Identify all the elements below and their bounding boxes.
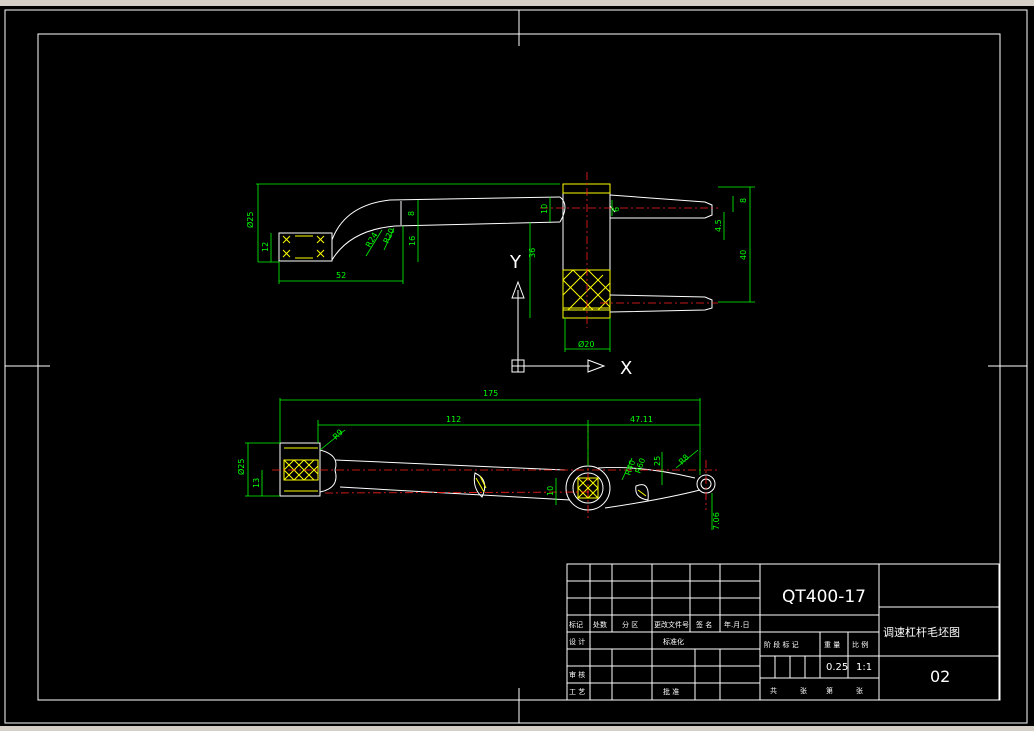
- svg-text:审 核: 审 核: [569, 670, 585, 679]
- svg-text:工 艺: 工 艺: [569, 688, 585, 696]
- svg-text:52: 52: [336, 271, 346, 280]
- svg-text:共: 共: [770, 686, 777, 695]
- svg-text:Y: Y: [509, 252, 522, 273]
- svg-text:R8: R8: [677, 453, 691, 467]
- svg-text:标准化: 标准化: [663, 637, 684, 646]
- svg-text:分 区: 分 区: [622, 620, 638, 629]
- svg-text:8: 8: [407, 211, 416, 216]
- ucs-icon: X Y: [509, 252, 632, 379]
- svg-text:标记: 标记: [569, 620, 583, 629]
- svg-text:X: X: [620, 358, 632, 379]
- svg-text:R24: R24: [364, 231, 380, 249]
- svg-text:10: 10: [540, 204, 549, 214]
- svg-text:比 例: 比 例: [852, 640, 868, 649]
- svg-text:R60: R60: [633, 457, 647, 475]
- svg-text:6: 6: [612, 207, 621, 212]
- svg-text:第: 第: [826, 686, 833, 695]
- svg-text:4.5: 4.5: [714, 219, 723, 232]
- title-block-text: QT400-17 调速杠杆毛坯图 02 0.25 1:1 标记 处数 分 区 更…: [569, 587, 960, 696]
- svg-text:13: 13: [252, 478, 261, 488]
- svg-text:阶 段 标 记: 阶 段 标 记: [764, 640, 799, 649]
- status-bar: [0, 726, 1034, 731]
- svg-text:12: 12: [261, 242, 270, 252]
- svg-text:8: 8: [739, 198, 748, 203]
- svg-text:R20: R20: [382, 227, 397, 245]
- svg-text:Ø25: Ø25: [245, 212, 255, 228]
- drawing-number: 02: [930, 667, 950, 686]
- svg-text:Ø20: Ø20: [578, 339, 594, 349]
- svg-text:36: 36: [528, 248, 537, 258]
- svg-text:25: 25: [653, 456, 662, 466]
- svg-text:签 名: 签 名: [696, 620, 712, 629]
- svg-text:112: 112: [446, 415, 461, 424]
- svg-text:175: 175: [483, 389, 498, 398]
- material-label: QT400-17: [782, 587, 866, 607]
- svg-text:10: 10: [546, 486, 555, 496]
- svg-text:张: 张: [856, 686, 863, 695]
- svg-text:47.11: 47.11: [630, 415, 653, 424]
- top-view-dimensions: Ø25 12 52 R24 R20 16 8 10 36 6 8 4.5 40 …: [245, 183, 755, 352]
- part-name: 调速杠杆毛坯图: [883, 625, 960, 639]
- weight-value: 0.25: [826, 662, 848, 673]
- svg-text:张: 张: [800, 686, 807, 695]
- svg-text:年.月.日: 年.月.日: [724, 620, 749, 629]
- svg-text:处数: 处数: [593, 620, 607, 629]
- svg-text:16: 16: [408, 236, 417, 246]
- svg-text:Ø25: Ø25: [236, 459, 246, 475]
- svg-text:重 量: 重 量: [824, 641, 840, 649]
- top-view: [278, 172, 718, 328]
- svg-text:7.06: 7.06: [712, 512, 721, 530]
- svg-text:批 准: 批 准: [663, 687, 679, 696]
- svg-text:40: 40: [739, 250, 748, 260]
- svg-text:设 计: 设 计: [569, 637, 585, 646]
- scale-value: 1:1: [856, 662, 872, 673]
- svg-text:更改文件号: 更改文件号: [654, 620, 689, 629]
- cad-drawing-canvas[interactable]: Ø25 12 52 R24 R20 16 8 10 36 6 8 4.5 40 …: [0, 0, 1034, 731]
